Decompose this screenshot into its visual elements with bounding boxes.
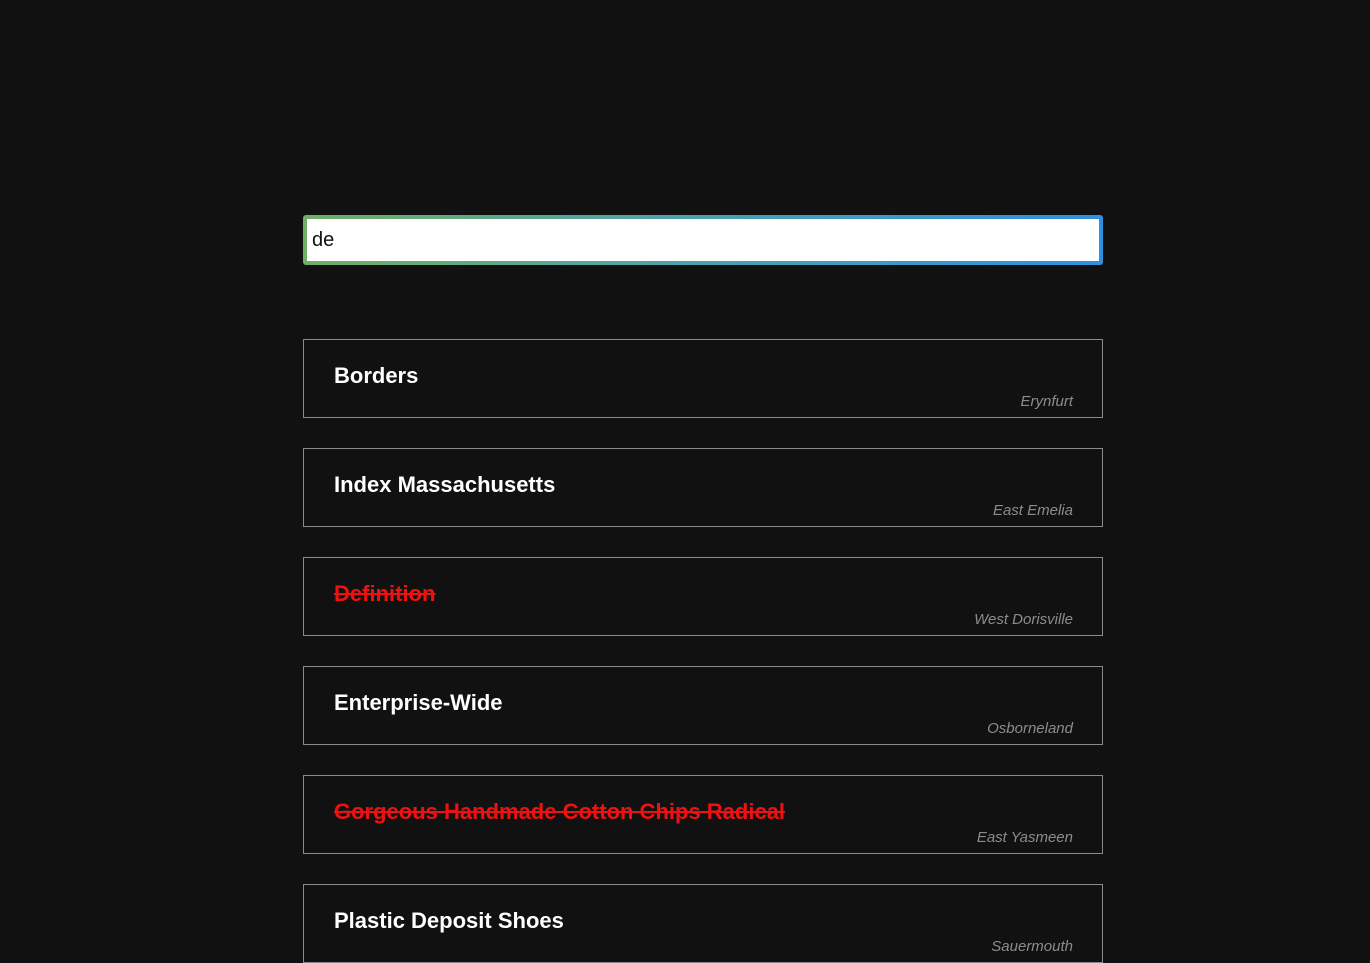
item-location: Erynfurt xyxy=(1020,393,1073,410)
item-title: Borders xyxy=(334,363,419,388)
item-location: Osborneland xyxy=(987,720,1073,737)
list-item[interactable]: Definition West Dorisville xyxy=(303,557,1103,636)
item-location: East Emelia xyxy=(992,502,1073,519)
item-title: Definition xyxy=(334,581,436,606)
item-location: Sauermouth xyxy=(991,938,1073,955)
list-item[interactable]: Index Massachusetts East Emelia xyxy=(303,448,1103,527)
item-location: West Dorisville xyxy=(974,611,1073,628)
list-item[interactable]: Enterprise-Wide Osborneland xyxy=(303,666,1103,745)
search-field-focus-ring xyxy=(303,215,1103,265)
list-item[interactable]: Borders Erynfurt xyxy=(303,339,1103,418)
list-item[interactable]: Gorgeous Handmade Cotton Chips Radical E… xyxy=(303,775,1103,854)
item-title: Plastic Deposit Shoes xyxy=(334,908,564,933)
item-title: Index Massachusetts xyxy=(334,472,556,497)
item-location: East Yasmeen xyxy=(976,829,1073,846)
item-title: Gorgeous Handmade Cotton Chips Radical xyxy=(334,799,786,824)
list-item[interactable]: Plastic Deposit Shoes Sauermouth xyxy=(303,884,1103,963)
item-title: Enterprise-Wide xyxy=(334,690,503,715)
results-list: Borders Erynfurt Index Massachusetts Eas… xyxy=(303,339,1103,963)
app-page: Borders Erynfurt Index Massachusetts Eas… xyxy=(0,0,1370,963)
search-input[interactable] xyxy=(307,219,1099,261)
